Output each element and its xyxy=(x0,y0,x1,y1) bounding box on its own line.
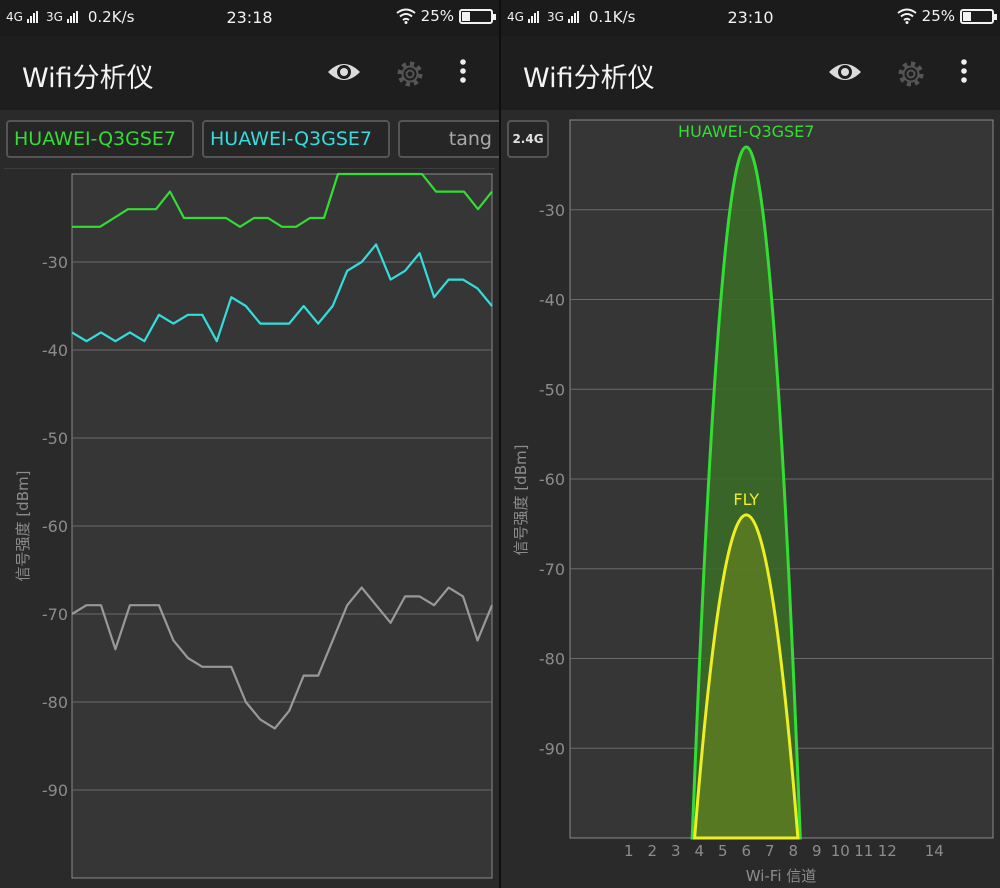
y-axis-label: 信号强度 [dBm] xyxy=(14,471,32,582)
y-tick-label: -30 xyxy=(539,201,565,220)
signal-history-chart: -30 -40 -50 -60 -70 -80 -90 信号强度 [dBm] xyxy=(14,172,494,879)
y-tick-label: -60 xyxy=(42,517,68,536)
y-tick-label: -50 xyxy=(42,429,68,448)
y-tick-label: -40 xyxy=(42,341,68,360)
x-tick-label: 10 xyxy=(831,842,850,860)
y-tick-label: -60 xyxy=(539,470,565,489)
left-screen: 4G 3G 0.2K/s 23:18 25% Wifi分析仪 HUAWEI-Q3… xyxy=(0,0,499,888)
screenshot-composite: 4G 3G 0.2K/s 23:18 25% Wifi分析仪 HUAWEI-Q3… xyxy=(0,0,1000,888)
x-tick-label: 3 xyxy=(671,842,681,860)
y-tick-label: -70 xyxy=(42,605,68,624)
y-tick-label: -50 xyxy=(539,380,565,399)
y-tick-label: -30 xyxy=(42,253,68,272)
y-axis-label: 信号强度 [dBm] xyxy=(512,445,530,556)
x-tick-label: 5 xyxy=(718,842,728,860)
y-tick-label: -80 xyxy=(42,693,68,712)
y-tick-label: -70 xyxy=(539,560,565,579)
y-tick-label: -90 xyxy=(539,739,565,758)
x-tick-label: 4 xyxy=(694,842,704,860)
x-tick-label: 2 xyxy=(647,842,657,860)
x-tick-label: 9 xyxy=(812,842,822,860)
network-label-1: HUAWEI-Q3GSE7 xyxy=(678,122,814,141)
network-label-2: FLY xyxy=(733,490,759,509)
x-tick-label: 6 xyxy=(741,842,751,860)
y-tick-label: -80 xyxy=(539,650,565,669)
x-tick-label: 11 xyxy=(854,842,873,860)
right-screen: 4G 3G 0.1K/s 23:10 25% Wifi分析仪 2.4G -30 … xyxy=(501,0,1000,888)
channel-graph-chart: -30-40-50-60-70-80-901 2 3 4 5 6 7 8 9 10 11 12 14Wi… xyxy=(512,119,994,885)
x-tick-label: 7 xyxy=(765,842,775,860)
x-tick-label: 14 xyxy=(925,842,944,860)
x-tick-label: 12 xyxy=(878,842,897,860)
y-tick-label: -90 xyxy=(42,781,68,800)
x-tick-label: 8 xyxy=(788,842,798,860)
x-axis-label: Wi-Fi 信道 xyxy=(746,867,817,885)
y-tick-label: -40 xyxy=(539,291,565,310)
x-tick-label: 1 xyxy=(624,842,634,860)
